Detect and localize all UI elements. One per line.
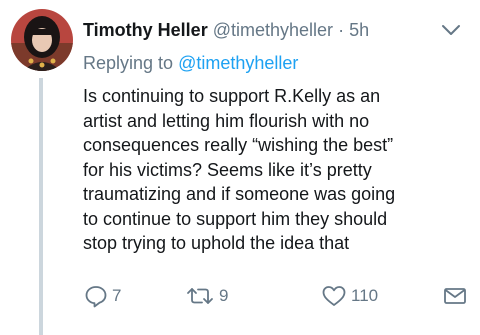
- retweet-button[interactable]: 9: [185, 282, 228, 310]
- tweet-text-line: stop trying to uphold the idea that: [83, 233, 350, 253]
- tweet-text-line: to continue to support him they should: [83, 208, 388, 229]
- like-count: 110: [351, 286, 379, 305]
- retweet-icon: [187, 288, 213, 304]
- replying-prefix: Replying to: [83, 53, 174, 73]
- tweet-text-line: artist and letting him flourish with no: [83, 110, 370, 131]
- reply-icon: [85, 286, 107, 308]
- tweet-text-line: traumatizing and if someone was going: [83, 184, 396, 204]
- chevron-down-icon[interactable]: [441, 23, 461, 37]
- tweet-text-line: consequences really “wishing the best”: [83, 135, 394, 155]
- tweet-header: Timothy Heller @timethyheller · 5h: [83, 18, 468, 48]
- tweet: Timothy Heller @timethyheller · 5h Reply…: [0, 0, 480, 335]
- replying-mention-link[interactable]: @timethyheller: [178, 53, 298, 73]
- reply-count: 7: [112, 286, 122, 305]
- tweet-text-line: Is continuing to support R.Kelly as an: [83, 86, 381, 106]
- heart-icon: [322, 286, 346, 306]
- separator-dot: ·: [338, 20, 345, 40]
- replying-to-line: Replying to @timethyheller: [83, 51, 298, 75]
- thread-connector-line: [39, 78, 43, 335]
- tweet-text-line: for his victims? Seems like it’s pretty: [83, 159, 372, 180]
- tweet-actions: 7 9 110: [84, 282, 474, 310]
- avatar[interactable]: [11, 9, 73, 71]
- like-button[interactable]: 110: [321, 282, 378, 310]
- envelope-icon: [444, 288, 466, 304]
- tweet-text: Is continuing to support R.Kelly as an a…: [83, 84, 468, 256]
- display-name[interactable]: Timothy Heller: [83, 20, 208, 40]
- reply-button[interactable]: 7: [84, 282, 121, 310]
- user-handle[interactable]: @timethyheller: [213, 20, 333, 40]
- direct-message-button[interactable]: [443, 282, 467, 310]
- retweet-count: 9: [219, 286, 229, 305]
- timestamp[interactable]: 5h: [349, 20, 369, 40]
- avatar-image: [11, 9, 73, 71]
